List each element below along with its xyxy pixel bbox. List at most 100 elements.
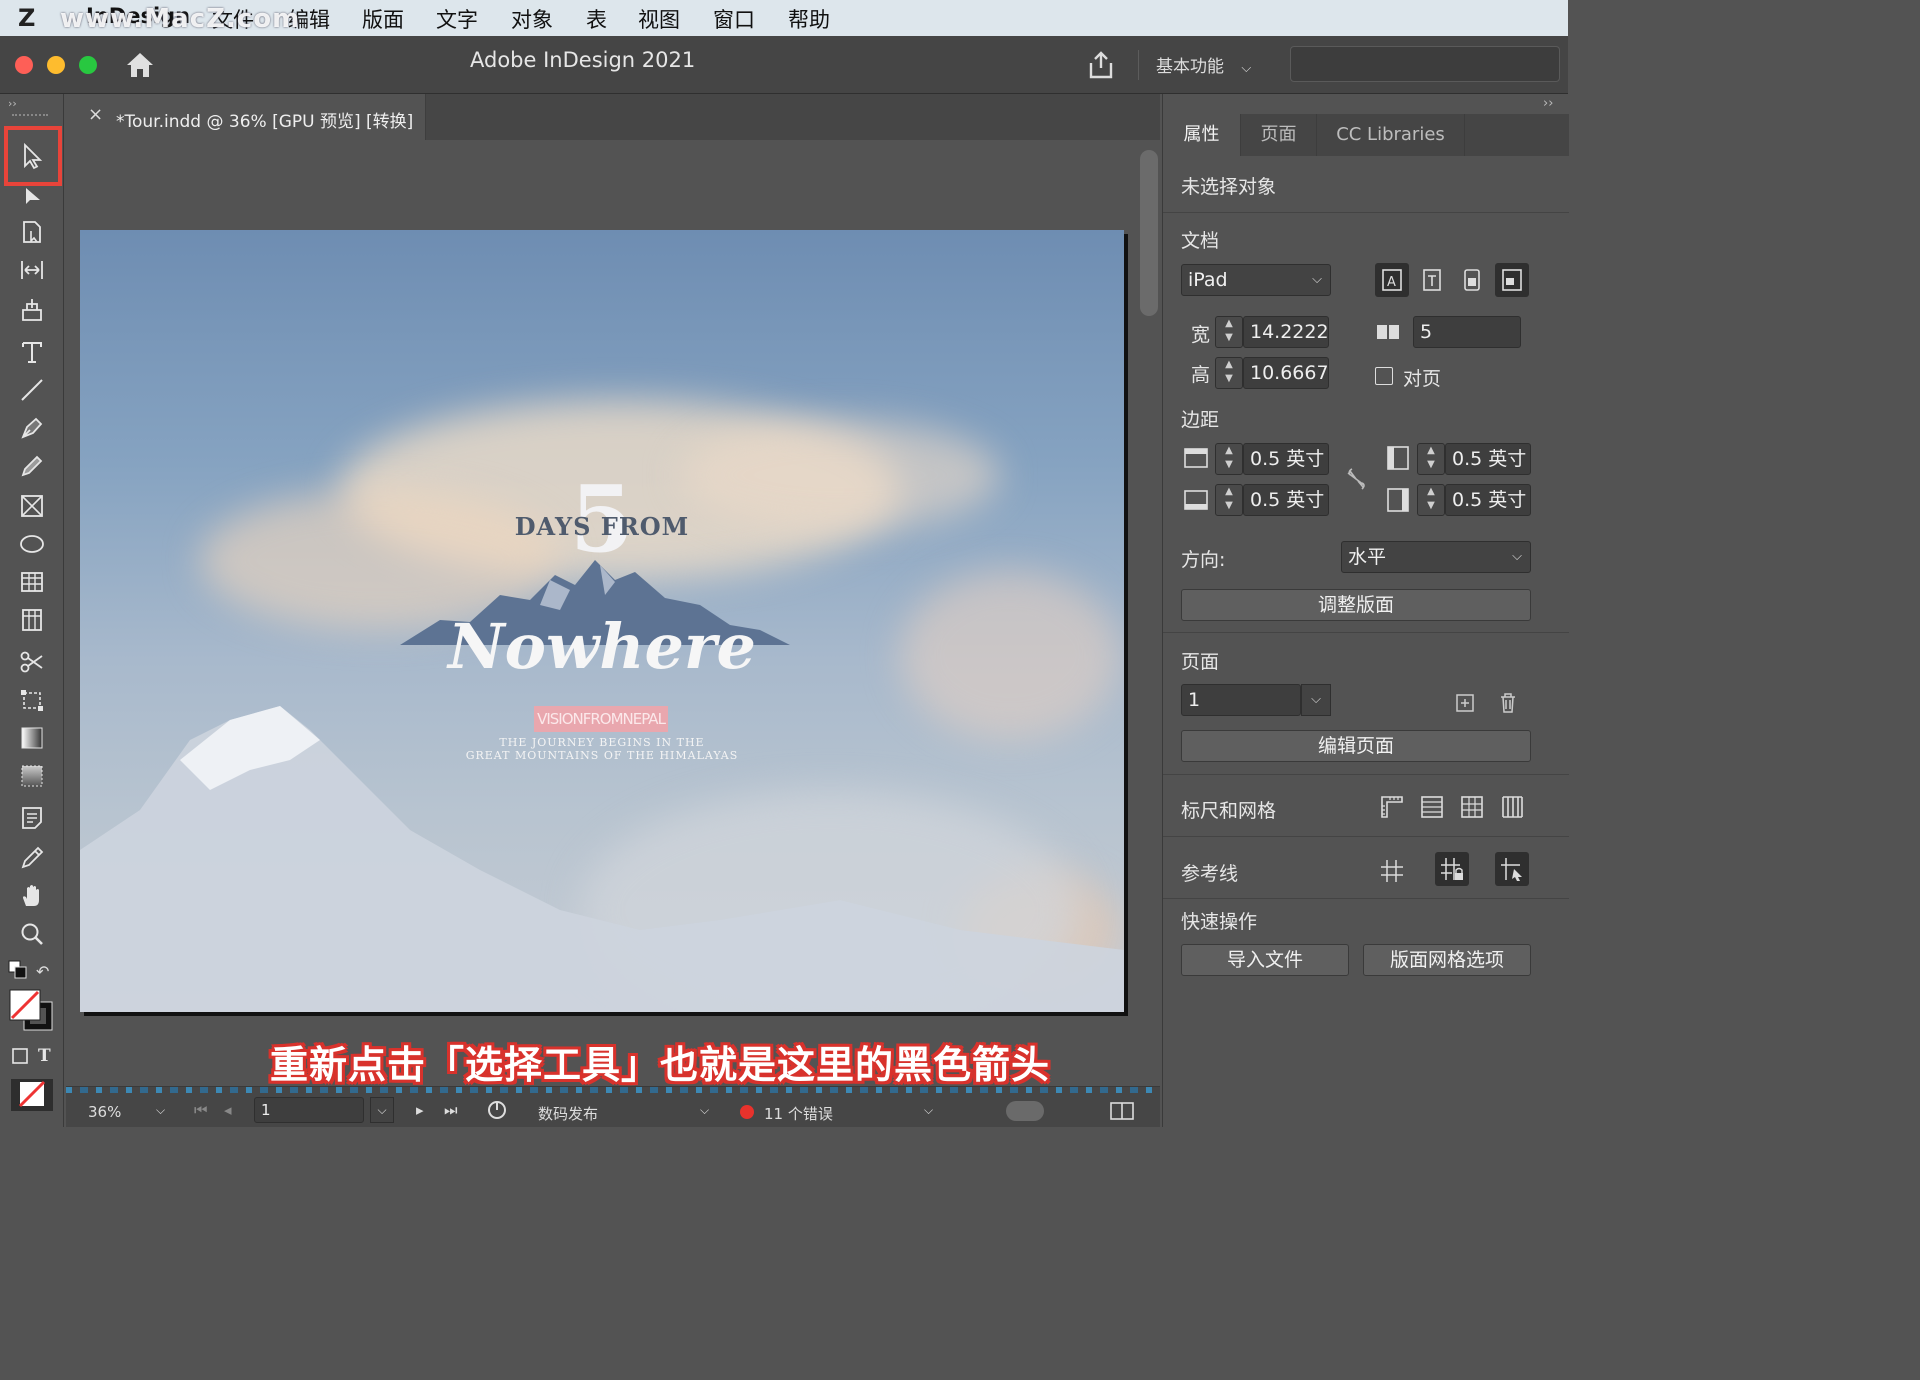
margin-right-field[interactable]: 0.5 英寸 xyxy=(1445,484,1531,516)
rectangle-frame-tool[interactable] xyxy=(14,490,50,522)
menu-item-layout[interactable]: 版面 xyxy=(362,4,404,34)
table-tool[interactable] xyxy=(14,566,50,598)
width-field[interactable]: 14.2222 xyxy=(1243,316,1329,348)
menu-item-type[interactable]: 文字 xyxy=(436,4,478,34)
apply-none-icon[interactable] xyxy=(10,1078,54,1112)
adjust-layout-button[interactable]: 调整版面 xyxy=(1181,589,1531,621)
home-icon[interactable] xyxy=(124,50,156,80)
smart-guides-icon[interactable] xyxy=(1495,852,1529,886)
menu-item-view[interactable]: 视图 xyxy=(638,4,680,34)
line-tool[interactable] xyxy=(14,374,50,406)
page-dropdown-icon[interactable]: ⌵ xyxy=(370,1097,394,1123)
gap-tool[interactable] xyxy=(14,254,50,286)
pen-tool[interactable] xyxy=(14,412,50,444)
intent-mobile-icon[interactable] xyxy=(1455,263,1489,297)
height-stepper[interactable]: ▲ ▼ xyxy=(1215,357,1243,389)
intent-digital-icon[interactable] xyxy=(1495,263,1529,297)
split-view-icon[interactable] xyxy=(1110,1101,1134,1121)
intent-print-icon[interactable]: A xyxy=(1375,263,1409,297)
close-tab-icon[interactable]: × xyxy=(88,104,103,125)
free-transform-tool[interactable] xyxy=(14,684,50,716)
gradient-swatch-tool[interactable] xyxy=(14,722,50,754)
last-page-icon[interactable]: ⏭ xyxy=(444,1101,458,1119)
zoom-level[interactable]: 36% xyxy=(88,1103,121,1121)
facing-pages-checkbox[interactable] xyxy=(1375,367,1393,385)
collapse-panel-icon[interactable]: ›› xyxy=(1543,96,1553,111)
expand-toolbar-icon[interactable]: ›› xyxy=(8,97,17,110)
hand-tool[interactable] xyxy=(14,880,50,912)
content-collector-tool[interactable] xyxy=(14,294,50,326)
swap-colors-icon[interactable]: ↶ xyxy=(36,962,49,981)
formatting-container-icon[interactable] xyxy=(10,1046,32,1068)
baseline-grid-icon[interactable] xyxy=(1415,790,1449,824)
gradient-feather-tool[interactable] xyxy=(14,760,50,792)
scissors-tool[interactable] xyxy=(14,646,50,678)
intent-web-icon[interactable] xyxy=(1415,263,1449,297)
default-colors-icon[interactable] xyxy=(8,960,28,980)
toolbar-grip[interactable] xyxy=(12,114,48,119)
menu-item-help[interactable]: 帮助 xyxy=(788,4,830,34)
margin-bottom-field[interactable]: 0.5 英寸 xyxy=(1243,484,1329,516)
errors-chevron-icon[interactable]: ⌵ xyxy=(924,1103,933,1118)
lock-guides-icon[interactable] xyxy=(1435,852,1469,886)
width-stepper[interactable]: ▲ ▼ xyxy=(1215,316,1243,348)
workspace-switcher[interactable]: 基本功能 ⌵ xyxy=(1156,52,1251,77)
tab-properties[interactable]: 属性 xyxy=(1163,114,1241,156)
zoom-window-button[interactable] xyxy=(79,56,97,74)
search-input[interactable] xyxy=(1290,46,1560,82)
pages-count-field[interactable]: 5 xyxy=(1413,316,1521,348)
vertical-scrollbar[interactable] xyxy=(1140,150,1158,316)
error-count[interactable]: 11 个错误 xyxy=(764,1103,833,1124)
minimize-window-button[interactable] xyxy=(47,56,65,74)
layout-grid-options-button[interactable]: 版面网格选项 xyxy=(1363,944,1531,976)
link-margins-icon[interactable] xyxy=(1339,462,1373,496)
output-profile[interactable]: 数码发布 xyxy=(538,1103,598,1124)
margin-top-stepper[interactable]: ▲ ▼ xyxy=(1215,443,1243,475)
document-grid-icon[interactable] xyxy=(1455,790,1489,824)
margin-left-stepper[interactable]: ▲ ▼ xyxy=(1417,443,1445,475)
horizontal-scrollbar[interactable] xyxy=(1006,1101,1044,1121)
preflight-profile-icon[interactable] xyxy=(486,1099,508,1121)
margin-right-stepper[interactable]: ▲ ▼ xyxy=(1417,484,1445,516)
margin-top-field[interactable]: 0.5 英寸 xyxy=(1243,443,1329,475)
page-select-field[interactable]: 1 xyxy=(1181,684,1301,716)
formatting-text-icon[interactable]: T xyxy=(38,1046,51,1066)
share-icon[interactable] xyxy=(1086,50,1116,80)
page-tool[interactable] xyxy=(14,216,50,248)
document-preset-dropdown[interactable]: iPad ⌵ xyxy=(1181,264,1331,296)
zoom-tool[interactable] xyxy=(14,918,50,950)
profile-chevron-icon[interactable]: ⌵ xyxy=(700,1103,709,1118)
selection-tool[interactable] xyxy=(14,140,50,172)
note-tool[interactable] xyxy=(14,802,50,834)
margin-bottom-stepper[interactable]: ▲ ▼ xyxy=(1215,484,1243,516)
orientation-dropdown[interactable]: 水平 ⌵ xyxy=(1341,541,1531,573)
close-window-button[interactable] xyxy=(15,56,33,74)
add-page-icon[interactable] xyxy=(1448,686,1482,720)
grid-tool[interactable] xyxy=(14,604,50,636)
margin-left-field[interactable]: 0.5 英寸 xyxy=(1445,443,1531,475)
page-select-chevron-icon[interactable]: ⌵ xyxy=(1301,684,1331,716)
guides-icon[interactable] xyxy=(1375,854,1409,888)
import-file-button[interactable]: 导入文件 xyxy=(1181,944,1349,976)
document-page[interactable]: 5 DAYS FROM Nowhere VISIONFROMNEPAL THE … xyxy=(80,230,1124,1012)
tab-pages[interactable]: 页面 xyxy=(1241,114,1317,156)
delete-page-icon[interactable] xyxy=(1491,686,1525,720)
previous-page-icon[interactable]: ◂ xyxy=(224,1101,232,1119)
layout-grid-icon[interactable] xyxy=(1495,790,1529,824)
document-canvas[interactable]: 5 DAYS FROM Nowhere VISIONFROMNEPAL THE … xyxy=(66,140,1138,1086)
height-field[interactable]: 10.6667 xyxy=(1243,357,1329,389)
pencil-tool[interactable] xyxy=(14,450,50,482)
menu-item-table[interactable]: 表 xyxy=(586,4,607,34)
tab-cc-libraries[interactable]: CC Libraries xyxy=(1317,114,1465,156)
document-tab[interactable]: × *Tour.indd @ 36% [GPU 预览] [转换] xyxy=(66,94,426,140)
type-tool[interactable] xyxy=(14,336,50,368)
ruler-icon[interactable] xyxy=(1375,790,1409,824)
fill-stroke-swatch[interactable] xyxy=(8,988,56,1032)
zoom-dropdown-chevron-icon[interactable]: ⌵ xyxy=(156,1103,165,1118)
page-number-field[interactable]: 1 xyxy=(254,1097,364,1123)
edit-page-button[interactable]: 编辑页面 xyxy=(1181,730,1531,762)
first-page-icon[interactable]: ⏮ xyxy=(194,1101,208,1119)
ellipse-tool[interactable] xyxy=(14,528,50,560)
eyedropper-tool[interactable] xyxy=(14,842,50,874)
menu-item-object[interactable]: 对象 xyxy=(511,4,553,34)
